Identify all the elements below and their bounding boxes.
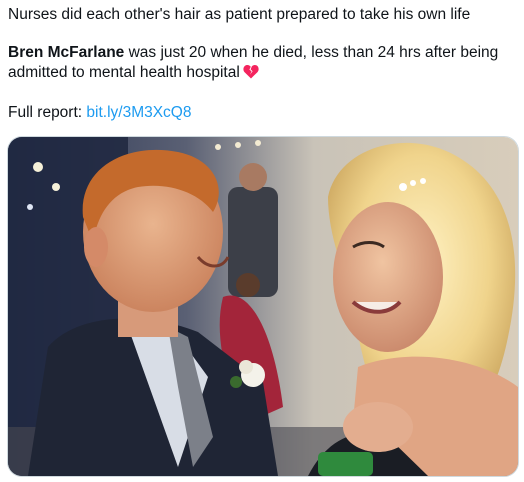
report-link[interactable]: bit.ly/3M3XcQ8 bbox=[86, 104, 191, 121]
tweet-report-line: Full report: bit.ly/3M3XcQ8 bbox=[8, 103, 192, 123]
photo-illustration bbox=[8, 137, 518, 476]
tweet-photo[interactable] bbox=[7, 136, 519, 477]
tweet-post: Nurses did each other's hair as patient … bbox=[0, 0, 524, 482]
person-name: Bren McFarlane bbox=[8, 44, 125, 61]
tweet-body-line-1: Bren McFarlane was just 20 when he died,… bbox=[8, 43, 498, 63]
report-label: Full report: bbox=[8, 104, 87, 121]
tweet-body-line-2: admitted to mental health hospital bbox=[8, 63, 259, 83]
tweet-headline: Nurses did each other's hair as patient … bbox=[8, 6, 471, 23]
body-line-2-text: admitted to mental health hospital bbox=[8, 64, 240, 81]
body-line-1-text: was just 20 when he died, less than 24 h… bbox=[124, 44, 499, 61]
broken-heart-icon bbox=[243, 64, 259, 79]
